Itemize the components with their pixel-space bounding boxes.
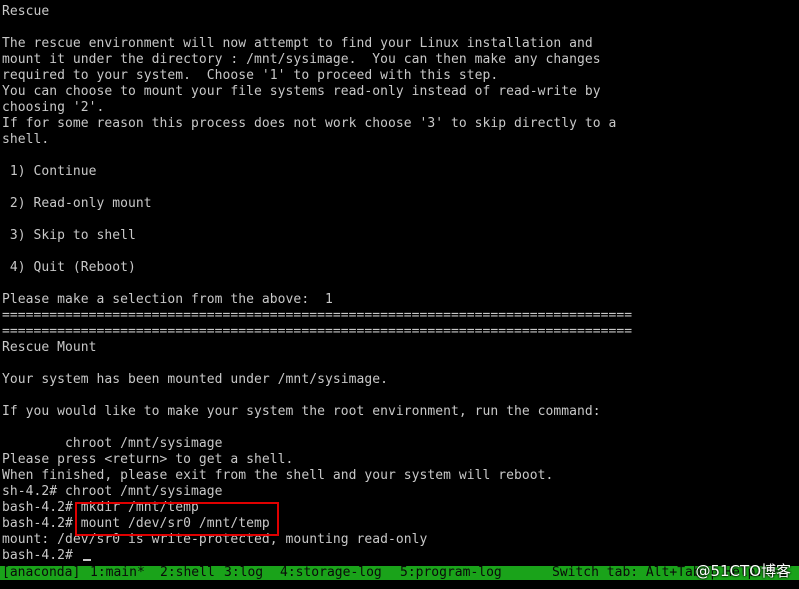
terminal-line: chroot /mnt/sysimage — [2, 436, 223, 451]
terminal-line: Please press <return> to get a shell. — [2, 452, 294, 467]
shell-command-line: bash-4.2# mount /dev/sr0 /mnt/temp — [2, 516, 270, 531]
menu-option-read-only-mount: 2) Read-only mount — [2, 196, 152, 211]
terminal-line: shell. — [2, 132, 50, 147]
tmux-window-storage-log[interactable]: 4:storage-log — [280, 566, 382, 580]
separator-line: ========================================… — [2, 324, 633, 339]
terminal-line: When finished, please exit from the shel… — [2, 468, 554, 483]
shell-prompt: bash-4.2# — [2, 548, 81, 563]
menu-option-quit-reboot: 4) Quit (Reboot) — [2, 260, 136, 275]
tmux-session-name: [anaconda] — [2, 566, 81, 580]
terminal-line: You can choose to mount your file system… — [2, 84, 601, 99]
tmux-status-bar: [anaconda] 1:main* 2:shell 3:log 4:stora… — [0, 566, 799, 580]
text-cursor — [82, 559, 91, 561]
terminal-line: required to your system. Choose '1' to p… — [2, 68, 499, 83]
tmux-window-shell[interactable]: 2:shell — [160, 566, 215, 580]
terminal-line: mount it under the directory : /mnt/sysi… — [2, 52, 601, 67]
menu-option-continue: 1) Continue — [2, 164, 97, 179]
menu-option-skip-to-shell: 3) Skip to shell — [2, 228, 136, 243]
terminal-line: The rescue environment will now attempt … — [2, 36, 593, 51]
terminal-line: Rescue Mount — [2, 340, 97, 355]
tmux-window-main[interactable]: 1:main* — [90, 566, 145, 580]
separator-line: ========================================… — [2, 308, 633, 323]
terminal-line: mount: /dev/sr0 is write-protected, moun… — [2, 532, 428, 547]
terminal-line: If for some reason this process does not… — [2, 116, 617, 131]
shell-command-line: bash-4.2# mkdir /mnt/temp — [2, 500, 199, 515]
terminal-line: If you would like to make your system th… — [2, 404, 601, 419]
rescue-terminal[interactable]: Rescue The rescue environment will now a… — [0, 0, 799, 566]
terminal-line: Rescue — [2, 4, 50, 19]
shell-command-line: sh-4.2# chroot /mnt/sysimage — [2, 484, 223, 499]
terminal-line: Your system has been mounted under /mnt/… — [2, 372, 388, 387]
selection-prompt: Please make a selection from the above: … — [2, 292, 333, 307]
site-watermark: @51CTO博客 — [695, 562, 791, 580]
tmux-window-log[interactable]: 3:log — [224, 566, 263, 580]
screen-bottom-edge — [0, 580, 799, 589]
shell-prompt-line[interactable]: bash-4.2# — [2, 548, 91, 564]
terminal-line: choosing '2'. — [2, 100, 105, 115]
tmux-window-program-log[interactable]: 5:program-log — [400, 566, 502, 580]
